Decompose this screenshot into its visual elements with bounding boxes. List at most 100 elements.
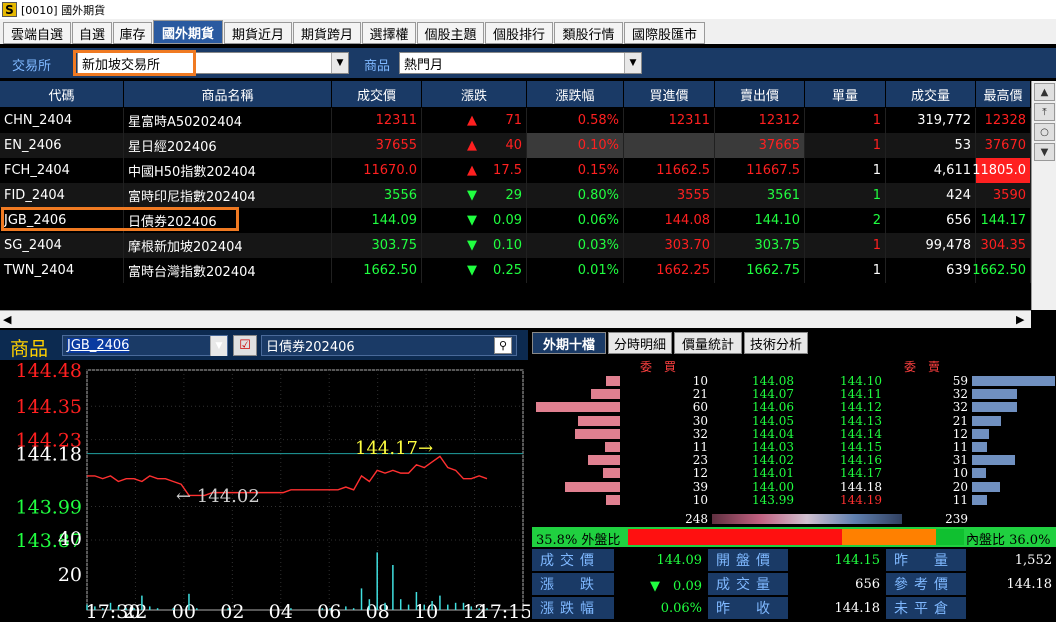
cell-high: 3590 xyxy=(976,183,1031,208)
cell-pct: 0.03% xyxy=(527,233,624,258)
tab-5[interactable]: 期貨跨月 xyxy=(293,22,361,44)
exchange-label: 交易所 xyxy=(12,59,52,74)
col-header-6[interactable]: 賣出價 xyxy=(715,81,805,107)
cell-code: CHN_2404 xyxy=(0,108,124,133)
col-header-1[interactable]: 商品名稱 xyxy=(124,81,332,107)
cell-high: 1662.50 xyxy=(972,258,1031,283)
table-row[interactable]: CHN_2404 星富時A50202404 12311 ▲ 71 0.58% 12311 12… xyxy=(0,108,1031,133)
cell-ask: 303.75 xyxy=(715,233,805,258)
bid-price: 144.08 xyxy=(752,374,794,388)
quote-l2: 昨 收 xyxy=(708,597,788,619)
change-value: 71 xyxy=(505,113,522,128)
bid-qty: 10 xyxy=(692,374,708,388)
table-row[interactable]: SG_2404 摩根新加坡202404 303.75 ▼ 0.10 0.03% 303.70… xyxy=(0,233,1031,258)
tab-2[interactable]: 庫存 xyxy=(113,22,152,44)
cell-high-text: 1662.50 xyxy=(972,263,1026,278)
cell-high-text: 3590 xyxy=(992,188,1026,203)
checklist-icon[interactable]: ☑ xyxy=(233,335,257,356)
table-row[interactable]: TWN_2404 富時台灣指數202404 1662.50 ▼ 0.25 0.01% 166… xyxy=(0,258,1031,283)
scroll-left-icon[interactable]: ◀ xyxy=(3,313,11,326)
tab-10[interactable]: 國際股匯市 xyxy=(624,22,705,44)
product-select[interactable]: 熱門月 ▼ xyxy=(399,52,642,74)
scroll-up-icon[interactable]: ⤒ xyxy=(1034,103,1055,121)
ask-depth-bar xyxy=(972,481,1000,492)
col-header-4[interactable]: 漲跌幅 xyxy=(527,81,624,107)
x-tick-label: 17:15 xyxy=(478,601,530,622)
tab-9[interactable]: 類股行情 xyxy=(554,22,623,44)
cell-high: 12328 xyxy=(976,108,1031,133)
col-header-2[interactable]: 成交價 xyxy=(332,81,422,107)
y-tick-label: 144.48 xyxy=(16,360,82,382)
bid-depth-bar xyxy=(590,389,620,400)
scroll-down-icon[interactable]: ▼ xyxy=(1034,143,1055,161)
tab-1[interactable]: 自選 xyxy=(72,22,112,44)
bid-qty: 30 xyxy=(692,413,708,428)
bid-header: 委 買 xyxy=(640,360,677,374)
cell-vol-text: 53 xyxy=(954,138,971,153)
cell-name-text: 摩根新加坡202404 xyxy=(128,240,243,255)
title-bar: S [0010] 國外期貨 xyxy=(0,0,1056,19)
cell-pct-text: 0.58% xyxy=(577,113,619,128)
cell-pct: 0.10% xyxy=(527,133,624,158)
tab-8[interactable]: 個股排行 xyxy=(485,22,553,44)
volume-tick-label: 20 xyxy=(58,564,82,586)
cell-name-text: 富時台灣指數202404 xyxy=(128,265,256,280)
tab-0[interactable]: 雲端自選 xyxy=(3,22,71,44)
tab-4[interactable]: 期貨近月 xyxy=(224,22,292,44)
col-header-8[interactable]: 成交量 xyxy=(886,81,976,107)
table-row[interactable]: FID_2404 富時印尼指數202404 3556 ▼ 29 0.80% 3555 3561… xyxy=(0,183,1031,208)
cell-pct: 0.80% xyxy=(527,183,624,208)
cell-price: 144.09 xyxy=(332,208,422,233)
cell-chg: ▼ 0.10 xyxy=(422,233,527,258)
cell-qty-text: 2 xyxy=(872,213,881,228)
cell-chg: ▲ 71 xyxy=(422,108,527,133)
scroll-right-icon[interactable]: ▶ xyxy=(1016,313,1024,326)
col-header-5[interactable]: 買進價 xyxy=(624,81,715,107)
subtab-0[interactable]: 外期十檔 xyxy=(532,332,606,354)
table-row[interactable]: FCH_2404 中國H50指數202404 11670.0 ▲ 17.5 0.15% 11… xyxy=(0,158,1031,183)
cell-vol: 319,772 xyxy=(886,108,976,133)
cell-high: 304.35 xyxy=(976,233,1031,258)
cell-pct: 0.58% xyxy=(527,108,624,133)
subtab-2[interactable]: 價量統計 xyxy=(674,332,742,354)
chevron-down-icon[interactable]: ▼ xyxy=(210,336,227,356)
quote-l1: 漲 跌 xyxy=(532,573,614,595)
chevron-down-icon[interactable]: ▼ xyxy=(331,53,348,73)
cell-bid: 12311 xyxy=(624,108,715,133)
scroll-thumb-icon[interactable]: ○ xyxy=(1034,123,1055,141)
cell-bid: 303.70 xyxy=(624,233,715,258)
scroll-top-icon[interactable]: ▲ xyxy=(1034,83,1055,101)
cell-ask: 37665 xyxy=(715,133,805,158)
cell-pct-text: 0.10% xyxy=(577,138,619,153)
ask-price: 144.17 xyxy=(840,466,882,481)
table-row[interactable]: EN_2406 星日經202406 37655 ▲ 40 0.10% 37665 1 53 376… xyxy=(0,133,1031,158)
horizontal-scrollbar[interactable]: ◀ ▶ xyxy=(0,310,1031,328)
col-header-0[interactable]: 代碼 xyxy=(0,81,124,107)
cell-ask-text: 144.10 xyxy=(754,213,801,228)
cell-bid: 11662.5 xyxy=(624,158,715,183)
bid-price: 144.02 xyxy=(752,453,794,468)
chevron-down-icon[interactable]: ▼ xyxy=(624,53,641,73)
quote-v2: 144.15 xyxy=(788,549,884,571)
cell-vol: 4,611 xyxy=(886,158,976,183)
bid-depth-bar xyxy=(587,455,620,466)
tab-7[interactable]: 個股主題 xyxy=(417,22,484,44)
vertical-scrollbar[interactable]: ▲ ⤒ ○ ▼ xyxy=(1031,81,1056,310)
subtab-1[interactable]: 分時明細 xyxy=(608,332,672,354)
subtab-3[interactable]: 技術分析 xyxy=(744,332,808,354)
ask-qty: 32 xyxy=(952,387,968,402)
col-header-9[interactable]: 最高價 xyxy=(976,81,1031,107)
tab-3[interactable]: 國外期貨 xyxy=(153,20,223,44)
cell-vol-text: 639 xyxy=(946,263,971,278)
cell-qty: 1 xyxy=(805,258,886,283)
col-header-3[interactable]: 漲跌 xyxy=(422,81,527,107)
quote-grid: 代碼 商品名稱 成交價 漲跌 漲跌幅 買進價 賣出價 單量 成交量 最高價 CHN_2404 星富時A… xyxy=(0,81,1031,310)
search-icon[interactable]: ⚲ xyxy=(494,337,512,354)
product-code-select[interactable]: JGB_2406 ▼ xyxy=(62,335,228,356)
cell-bid-text: 3555 xyxy=(676,188,710,203)
tab-6[interactable]: 選擇權 xyxy=(362,22,416,44)
ask-qty: 11 xyxy=(952,440,968,454)
cell-high-text: 144.17 xyxy=(980,213,1027,228)
bid-depth-bar xyxy=(578,415,620,426)
col-header-7[interactable]: 單量 xyxy=(805,81,886,107)
